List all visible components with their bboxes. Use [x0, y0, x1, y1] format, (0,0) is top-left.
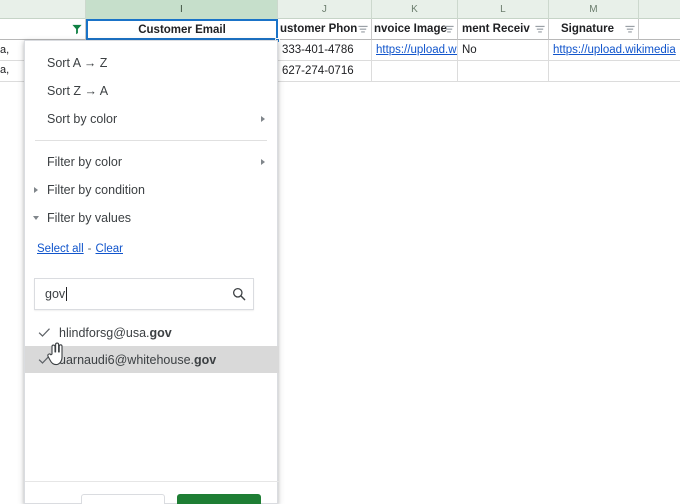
expander-expanded-icon [33, 216, 39, 220]
chevron-right-icon [261, 159, 265, 165]
field-label-payment-received: ment Receiv [462, 23, 530, 35]
filter-dropdown-icon[interactable] [443, 24, 455, 35]
menu-item-label: Filter by values [47, 211, 132, 225]
empty-grid-area [278, 83, 680, 504]
menu-item-sort-a-z[interactable]: Sort A → Z [25, 49, 277, 77]
cell-invoice-image-2[interactable] [372, 61, 458, 82]
field-cell-h[interactable] [0, 19, 86, 40]
menu-top-pad [25, 41, 277, 49]
clear-link[interactable]: Clear [96, 243, 123, 255]
empty-grid-area-left [0, 83, 24, 504]
column-header-m[interactable]: M [549, 0, 639, 19]
cell-signature-1[interactable]: https://upload.wikimedia [549, 40, 680, 61]
select-clear-links: Select all - Clear [25, 238, 277, 260]
field-cell-signature[interactable]: Signature [549, 19, 639, 40]
menu-item-label: Sort by color [47, 112, 118, 126]
column-header-k[interactable]: K [372, 0, 458, 19]
ok-button[interactable]: OK [177, 494, 261, 504]
filter-value-match: gov [194, 352, 217, 367]
menu-item-label: Filter by condition [47, 183, 145, 197]
filter-value-item[interactable]: uarnaudi6@whitehouse.gov [25, 346, 279, 373]
field-cell-n[interactable] [639, 19, 680, 40]
cell-invoice-image-1[interactable]: https://upload.wi [372, 40, 458, 61]
column-header-row: I J K L M [0, 0, 680, 19]
cell-signature-2[interactable] [549, 61, 680, 82]
chevron-right-icon [261, 116, 265, 122]
field-label-customer-email: Customer Email [138, 23, 226, 36]
filter-values-list[interactable]: hlindforsg@usa.gov uarnaudi6@whitehouse.… [25, 319, 279, 453]
field-cell-customer-email[interactable]: Customer Email [86, 19, 278, 40]
menu-item-sort-by-color[interactable]: Sort by color [25, 105, 277, 133]
cell-payment-received-1[interactable]: No [458, 40, 549, 61]
cancel-button[interactable]: Cancel [81, 494, 165, 504]
clipped-cell-text-2: a, [0, 64, 10, 76]
cell-customer-phone-1[interactable]: 333-401-4786 [278, 40, 372, 61]
field-cell-invoice-image[interactable]: nvoice Image [372, 19, 458, 40]
dialog-button-row: Cancel OK [25, 493, 279, 504]
table-header-row: Customer Email ustomer Phon nvoice Image [0, 19, 680, 40]
menu-item-filter-by-condition[interactable]: Filter by condition [25, 176, 277, 204]
search-input-value: gov [45, 287, 66, 301]
menu-item-sort-z-a[interactable]: Sort Z → A [25, 77, 277, 105]
filter-dropdown-icon[interactable] [357, 24, 369, 35]
clipped-cell-text-1: a, [0, 44, 10, 56]
field-label-customer-phone: ustomer Phon [280, 23, 358, 35]
filter-menu-panel: Sort A → Z Sort Z → A Sort by color Filt… [24, 40, 279, 504]
menu-item-label: Filter by color [47, 155, 123, 169]
filter-value-item[interactable]: hlindforsg@usa.gov [25, 319, 279, 346]
filter-funnel-icon[interactable] [71, 24, 83, 35]
select-all-link[interactable]: Select all [37, 243, 84, 255]
field-cell-customer-phone[interactable]: ustomer Phon [278, 19, 372, 40]
field-label-signature: Signature [561, 23, 615, 35]
spreadsheet-app: I J K L M Customer Email ustomer Phon nv… [0, 0, 680, 504]
column-header-h[interactable] [0, 0, 86, 19]
menu-divider [35, 140, 267, 141]
links-separator: - [87, 243, 92, 255]
filter-value-prefix: hlindforsg@usa. [59, 325, 150, 340]
search-input[interactable]: gov [45, 287, 231, 301]
text-caret [66, 287, 68, 301]
field-label-invoice-image: nvoice Image [374, 23, 447, 35]
filter-value-match: gov [149, 325, 172, 340]
filter-value-prefix: uarnaudi6@whitehouse. [59, 352, 195, 367]
menu-item-label: Sort A → Z [47, 56, 108, 70]
column-header-l[interactable]: L [458, 0, 549, 19]
filter-search-field[interactable]: gov [34, 278, 254, 310]
column-header-i[interactable]: I [86, 0, 278, 19]
filter-value-label: hlindforsg@usa.gov [59, 326, 172, 340]
menu-item-filter-by-values[interactable]: Filter by values [25, 204, 277, 232]
menu-item-label: Sort Z → A [47, 84, 109, 98]
checkmark-icon[interactable] [37, 325, 59, 340]
filter-dropdown-icon[interactable] [534, 24, 546, 35]
cell-payment-received-2[interactable] [458, 61, 549, 82]
field-cell-payment-received[interactable]: ment Receiv [458, 19, 549, 40]
column-header-j[interactable]: J [278, 0, 372, 19]
menu-item-filter-by-color[interactable]: Filter by color [25, 148, 277, 176]
checkmark-icon[interactable] [37, 352, 59, 367]
cell-customer-phone-2[interactable]: 627-274-0716 [278, 61, 372, 82]
search-icon[interactable] [231, 286, 247, 302]
column-header-n[interactable] [639, 0, 680, 19]
filter-value-label: uarnaudi6@whitehouse.gov [59, 353, 216, 367]
button-divider [25, 481, 279, 482]
filter-dropdown-icon[interactable] [624, 24, 636, 35]
expander-collapsed-icon [34, 186, 38, 193]
